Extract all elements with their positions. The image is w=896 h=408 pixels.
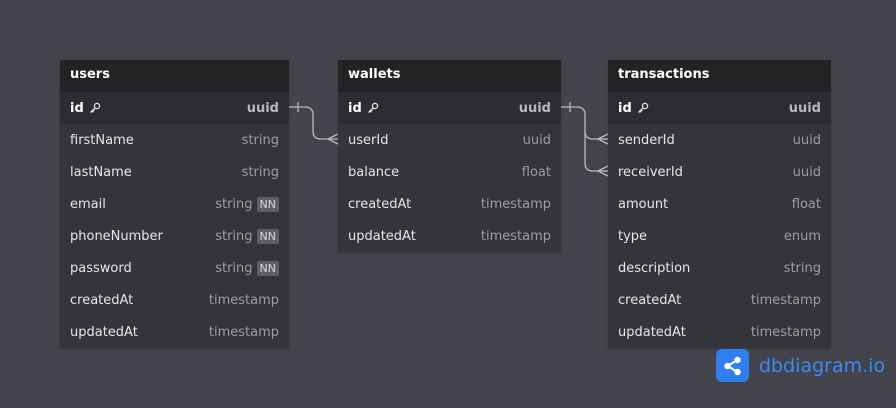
relationship-lines bbox=[289, 102, 609, 177]
relationship-users-wallets bbox=[289, 106, 338, 140]
relationship-wallets-receiverId bbox=[584, 131, 608, 172]
brand-name: dbdiagram.io bbox=[759, 354, 886, 377]
share-logo-icon bbox=[716, 349, 749, 382]
brand-watermark[interactable]: dbdiagram.io bbox=[716, 349, 885, 382]
